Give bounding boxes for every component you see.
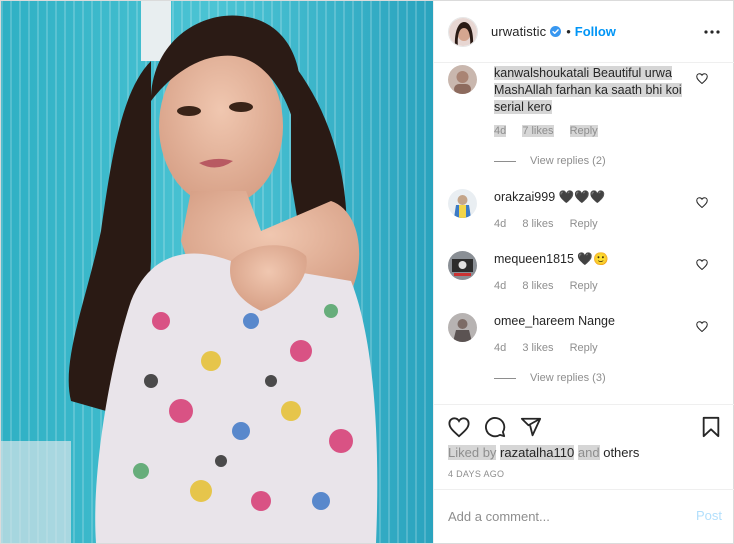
comment-username[interactable]: mequeen1815 [494, 252, 574, 266]
comment-likes[interactable]: 3 likes [522, 342, 553, 354]
comment-username[interactable]: orakzai999 [494, 190, 555, 204]
comment-meta: 4d 7 likes Reply [494, 125, 611, 137]
comment-content: 🖤🖤🖤 [558, 190, 606, 204]
view-replies-label: View replies (2) [530, 155, 606, 167]
replies-divider-line [494, 160, 516, 162]
author-avatar[interactable] [448, 16, 478, 47]
add-comment-input[interactable] [448, 506, 678, 526]
view-replies-button[interactable]: View replies (2) [494, 155, 606, 167]
view-replies-button[interactable]: View replies (3) [494, 372, 606, 384]
commenter-avatar[interactable] [448, 313, 477, 342]
comment-reply-button[interactable]: Reply [570, 280, 598, 292]
comment-reply-button[interactable]: Reply [570, 218, 598, 230]
post-photo[interactable] [1, 1, 433, 543]
comment-meta: 4d 8 likes Reply [494, 218, 611, 230]
comment-likes[interactable]: 8 likes [522, 280, 553, 292]
comment-reply-button[interactable]: Reply [570, 342, 598, 354]
post-actions-section: Liked by razatalha110 and others 4 DAYS … [434, 404, 734, 489]
replies-divider-line [494, 377, 516, 379]
add-comment-bar: Post [434, 489, 734, 543]
comments-list[interactable]: kanwalshoukatali Beautiful urwa MashAlla… [434, 64, 734, 404]
post-header: urwatistic • Follow [434, 1, 734, 63]
likes-summary: Liked by razatalha110 and others [448, 445, 639, 460]
comment-likes[interactable]: 7 likes [522, 125, 554, 137]
comment-likes[interactable]: 8 likes [522, 218, 553, 230]
heart-icon[interactable] [448, 416, 470, 438]
view-replies-label: View replies (3) [530, 372, 606, 384]
post-comment-button[interactable]: Post [696, 508, 722, 523]
comment-content: Nange [578, 314, 615, 328]
comment-text: omee_hareem Nange [494, 313, 684, 330]
comment-text: kanwalshoukatali Beautiful urwa MashAlla… [494, 65, 684, 116]
post-side-panel: urwatistic • Follow kanwalshoukatali Bea… [433, 1, 734, 543]
comment-icon[interactable] [484, 416, 506, 438]
post-photo-illustration [1, 1, 433, 543]
comment-time: 4d [494, 125, 507, 137]
comment-username[interactable]: omee_hareem [494, 314, 575, 328]
comment-time: 4d [494, 342, 507, 354]
follow-button[interactable]: Follow [575, 24, 616, 39]
liked-by-user[interactable]: razatalha110 [500, 445, 575, 460]
more-options-icon[interactable] [704, 25, 720, 39]
instagram-post: urwatistic • Follow kanwalshoukatali Bea… [0, 0, 734, 544]
liked-by-connector: and [577, 445, 600, 460]
comment-reply-button[interactable]: Reply [569, 125, 598, 137]
post-timestamp[interactable]: 4 DAYS AGO [448, 469, 504, 479]
author-username[interactable]: urwatistic [491, 24, 546, 39]
liked-by-others[interactable]: others [603, 445, 639, 460]
comment-username[interactable]: kanwalshoukatali [494, 66, 589, 80]
commenter-avatar[interactable] [448, 65, 477, 94]
comment-like-heart-icon[interactable] [696, 321, 708, 332]
bookmark-icon[interactable] [700, 416, 722, 438]
commenter-avatar[interactable] [448, 251, 477, 280]
comment-like-heart-icon[interactable] [696, 259, 708, 270]
comment-time: 4d [494, 280, 507, 292]
comment-text: orakzai999 🖤🖤🖤 [494, 189, 684, 206]
comment-meta: 4d 8 likes Reply [494, 280, 611, 292]
comment-content: 🖤🙂 [577, 252, 609, 266]
share-icon[interactable] [520, 416, 542, 438]
commenter-avatar[interactable] [448, 189, 477, 218]
comment-like-heart-icon[interactable] [696, 197, 708, 208]
verified-badge-icon [550, 26, 562, 37]
comment-time: 4d [494, 218, 507, 230]
comment-like-heart-icon[interactable] [696, 73, 708, 84]
liked-by-prefix: Liked by [448, 445, 497, 460]
header-separator: • [566, 24, 571, 39]
comment-meta: 4d 3 likes Reply [494, 342, 611, 354]
comment-text: mequeen1815 🖤🙂 [494, 251, 684, 268]
